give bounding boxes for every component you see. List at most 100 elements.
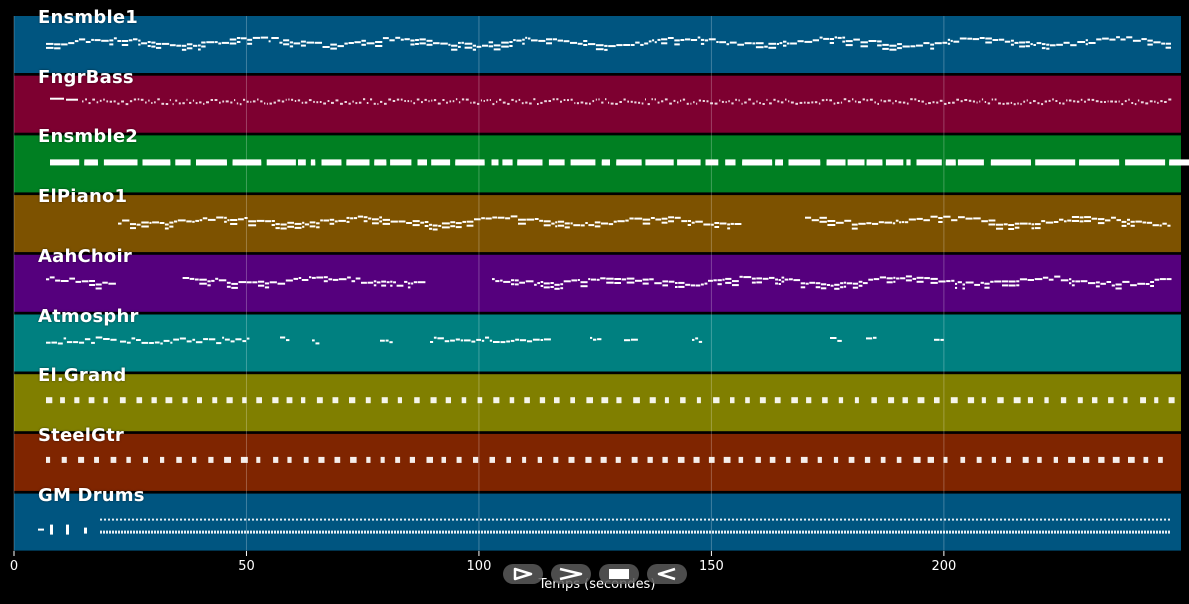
note: [451, 44, 458, 47]
note: [60, 280, 69, 282]
note: [878, 221, 884, 224]
note: [994, 530, 996, 534]
note: [380, 100, 383, 103]
note: [380, 518, 382, 521]
note: [928, 102, 931, 105]
note: [1036, 518, 1038, 521]
rewind-button[interactable]: [647, 564, 687, 584]
note: [456, 518, 458, 521]
note: [708, 279, 713, 282]
note: [854, 397, 859, 404]
note: [661, 38, 668, 41]
note: [1079, 220, 1084, 223]
note: [745, 397, 750, 404]
note: [985, 37, 992, 40]
note: [177, 219, 186, 222]
note: [316, 397, 323, 404]
note: [1060, 397, 1067, 404]
note: [840, 282, 844, 285]
note: [884, 221, 893, 224]
note: [268, 530, 270, 534]
note: [470, 101, 472, 104]
note: [460, 518, 462, 521]
note: [1167, 224, 1171, 227]
note: [556, 530, 558, 534]
note: [262, 530, 264, 534]
note: [403, 530, 405, 534]
note: [258, 284, 265, 287]
note: [1055, 100, 1058, 102]
note: [195, 219, 199, 222]
note: [708, 518, 710, 521]
note: [1064, 518, 1066, 521]
stop-button[interactable]: [599, 564, 639, 584]
note: [486, 99, 489, 102]
note: [678, 285, 685, 288]
play-button[interactable]: [503, 564, 543, 584]
fast-forward-button[interactable]: [551, 564, 591, 584]
note: [248, 220, 257, 223]
note: [912, 277, 917, 280]
note: [280, 518, 282, 521]
note: [454, 530, 456, 534]
note: [1004, 40, 1011, 43]
note: [759, 397, 766, 404]
note: [324, 518, 326, 521]
note: [889, 48, 897, 51]
note: [137, 98, 140, 101]
note: [220, 518, 222, 521]
note: [748, 98, 751, 101]
note: [374, 161, 387, 166]
note: [268, 518, 270, 521]
note: [1013, 397, 1021, 404]
note: [553, 456, 559, 463]
note: [195, 102, 198, 105]
note: [1099, 530, 1101, 534]
note: [1066, 530, 1068, 534]
note: [675, 282, 678, 284]
note: [814, 530, 816, 534]
note: [169, 44, 176, 47]
note: [996, 223, 1004, 226]
fast-forward-icon: [559, 567, 583, 581]
note: [982, 530, 984, 534]
note: [884, 518, 886, 521]
note: [165, 397, 173, 404]
note: [323, 102, 326, 105]
note: [739, 275, 743, 278]
note: [222, 100, 225, 103]
note: [407, 286, 411, 289]
note: [706, 530, 708, 534]
note: [395, 36, 401, 39]
note: [301, 101, 304, 104]
note: [247, 38, 253, 41]
note: [829, 38, 834, 40]
note: [392, 100, 396, 102]
note: [557, 220, 565, 223]
note: [208, 456, 214, 463]
note: [624, 339, 631, 342]
note: [121, 40, 129, 42]
note: [601, 530, 603, 534]
note: [576, 518, 578, 521]
note: [893, 280, 896, 283]
note: [827, 224, 836, 226]
note: [103, 98, 105, 101]
note: [273, 101, 276, 104]
note: [768, 518, 770, 521]
note: [594, 221, 601, 224]
note: [367, 281, 374, 284]
note: [624, 518, 626, 521]
note: [1050, 44, 1056, 47]
note: [89, 284, 95, 286]
note: [724, 518, 726, 521]
note: [775, 278, 778, 281]
note: [768, 42, 777, 45]
note: [502, 101, 506, 104]
note: [851, 223, 858, 226]
note: [388, 98, 392, 101]
note: [532, 518, 534, 521]
note: [885, 159, 904, 166]
note: [461, 41, 464, 44]
note: [681, 220, 688, 223]
